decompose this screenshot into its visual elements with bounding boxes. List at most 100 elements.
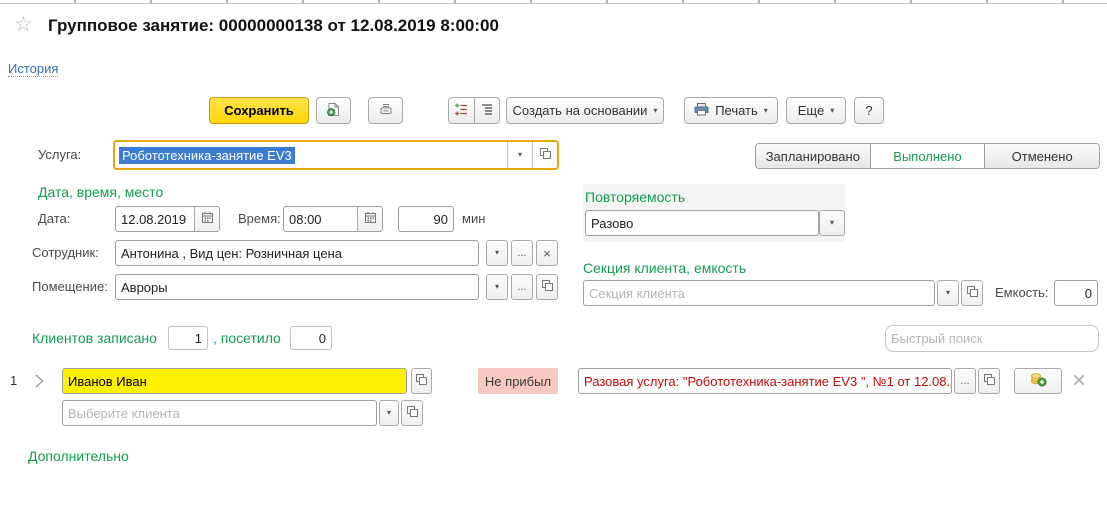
- chevron-down-icon: ▾: [387, 409, 391, 417]
- chevron-down-icon: ▾: [653, 107, 657, 115]
- client-section-title: Секция клиента, емкость: [583, 260, 746, 276]
- client-section-open-button[interactable]: [961, 280, 983, 306]
- chevron-down-icon: ▾: [495, 283, 499, 291]
- row-index: 1: [10, 373, 17, 388]
- recurrence-input[interactable]: [585, 210, 819, 236]
- chevron-down-icon: ▾: [830, 219, 834, 227]
- service-ref-open-button[interactable]: [978, 368, 1000, 394]
- calendar-icon: [201, 211, 214, 227]
- page-title: Групповое занятие: 00000000138 от 12.08.…: [48, 16, 499, 36]
- service-ref-choose-button[interactable]: ...: [954, 368, 976, 394]
- open-icon: [966, 285, 979, 301]
- client-section-input[interactable]: [583, 280, 935, 306]
- quick-search-input[interactable]: [885, 325, 1099, 352]
- clients-visited-input[interactable]: [290, 326, 332, 350]
- create-based-on-button[interactable]: Создать на основании ▾: [506, 97, 664, 124]
- attendance-badge[interactable]: Не прибыл: [478, 368, 558, 394]
- open-icon: [406, 405, 419, 421]
- service-dropdown-button[interactable]: ▾: [507, 142, 532, 168]
- duration-unit-label: мин: [462, 211, 485, 226]
- room-input[interactable]: [115, 274, 479, 300]
- time-calendar-button[interactable]: [357, 207, 382, 231]
- open-icon: [415, 373, 428, 389]
- employee-label: Сотрудник:: [32, 245, 99, 260]
- favorite-star-icon[interactable]: ☆: [14, 14, 33, 35]
- room-label: Помещение:: [32, 279, 108, 294]
- more-button[interactable]: Еще ▾: [786, 97, 846, 124]
- service-field[interactable]: Робототехника-занятие EV3 ▾: [113, 140, 559, 170]
- chevron-down-icon: ▾: [946, 289, 950, 297]
- time-label: Время:: [238, 211, 281, 226]
- capacity-input[interactable]: [1054, 280, 1098, 306]
- print-label: Печать: [715, 103, 758, 118]
- pick-clients-button[interactable]: [449, 98, 474, 123]
- room-dropdown-button[interactable]: ▾: [486, 274, 508, 300]
- service-open-button[interactable]: [532, 142, 557, 168]
- room-open-button[interactable]: [536, 274, 558, 300]
- list-add-remove-icon: [455, 103, 468, 119]
- clients-registered-input[interactable]: [168, 326, 208, 350]
- employee-input[interactable]: [115, 240, 479, 266]
- top-ruler: [0, 0, 1107, 4]
- client-open-button[interactable]: [411, 368, 432, 394]
- group-lesson-form: ☆ Групповое занятие: 00000000138 от 12.0…: [0, 0, 1107, 525]
- clients-registered-label: Клиентов записано: [32, 330, 157, 346]
- history-link[interactable]: История: [8, 61, 58, 77]
- capacity-label: Емкость:: [995, 285, 1049, 300]
- chevron-down-icon: ▾: [830, 107, 834, 115]
- status-tabs: Запланировано Выполнено Отменено: [755, 143, 1100, 169]
- status-cancelled[interactable]: Отменено: [984, 144, 1099, 168]
- recurrence-section-title: Повторяемость: [585, 189, 685, 205]
- chevron-down-icon: ▾: [764, 107, 768, 115]
- open-icon: [541, 279, 554, 295]
- receipt-printer-icon: [379, 103, 393, 119]
- time-input[interactable]: [284, 207, 357, 231]
- service-selected-text: Робототехника-занятие EV3: [119, 147, 295, 164]
- chevron-down-icon: ▾: [518, 151, 522, 159]
- recurrence-dropdown-button[interactable]: ▾: [819, 210, 845, 236]
- client-picker-input[interactable]: [62, 400, 377, 426]
- list-structure-button[interactable]: [474, 98, 500, 123]
- duration-input[interactable]: [398, 206, 454, 232]
- help-button[interactable]: ?: [854, 97, 884, 124]
- save-and-new-button[interactable]: [316, 97, 351, 124]
- date-calendar-button[interactable]: [194, 207, 219, 231]
- client-picker-open-button[interactable]: [401, 400, 423, 426]
- create-based-on-label: Создать на основании: [513, 103, 648, 118]
- status-completed[interactable]: Выполнено: [870, 144, 985, 168]
- coins-plus-icon: [1030, 372, 1047, 390]
- client-service-ref-field[interactable]: Разовая услуга: "Робототехника-занятие E…: [578, 368, 952, 394]
- more-label: Еще: [798, 103, 824, 118]
- service-label: Услуга:: [38, 147, 81, 162]
- employee-dropdown-button[interactable]: ▾: [486, 240, 508, 266]
- schedule-section-title: Дата, время, место: [38, 184, 163, 200]
- room-choose-button[interactable]: ...: [511, 274, 533, 300]
- employee-clear-button[interactable]: ×: [536, 240, 558, 266]
- printer-icon: [694, 103, 709, 119]
- open-icon: [539, 147, 552, 163]
- indented-list-icon: [480, 103, 493, 119]
- print-receipt-button[interactable]: [368, 97, 403, 124]
- document-plus-icon: [326, 102, 341, 120]
- delete-row-icon[interactable]: ×: [1072, 369, 1086, 393]
- chevron-down-icon: ▾: [495, 249, 499, 257]
- date-field-group: [115, 206, 220, 232]
- open-icon: [983, 373, 996, 389]
- employee-choose-button[interactable]: ...: [511, 240, 533, 266]
- date-input[interactable]: [116, 207, 194, 231]
- list-buttons-group: [448, 97, 500, 124]
- add-payment-button[interactable]: [1014, 368, 1062, 394]
- calendar-icon: [364, 211, 377, 227]
- save-button[interactable]: Сохранить: [209, 97, 309, 124]
- client-section-dropdown-button[interactable]: ▾: [937, 280, 959, 306]
- time-field-group: [283, 206, 383, 232]
- client-picker-dropdown-button[interactable]: ▾: [379, 400, 399, 426]
- additional-section-link[interactable]: Дополнительно: [28, 448, 129, 464]
- print-button[interactable]: Печать ▾: [684, 97, 778, 124]
- status-planned[interactable]: Запланировано: [756, 144, 870, 168]
- client-name-field[interactable]: Иванов Иван: [62, 368, 407, 394]
- service-value[interactable]: Робототехника-занятие EV3: [115, 142, 507, 168]
- row-expand-chevron-icon[interactable]: [34, 373, 45, 392]
- date-label: Дата:: [38, 211, 70, 226]
- clients-visited-label: , посетило: [213, 330, 281, 346]
